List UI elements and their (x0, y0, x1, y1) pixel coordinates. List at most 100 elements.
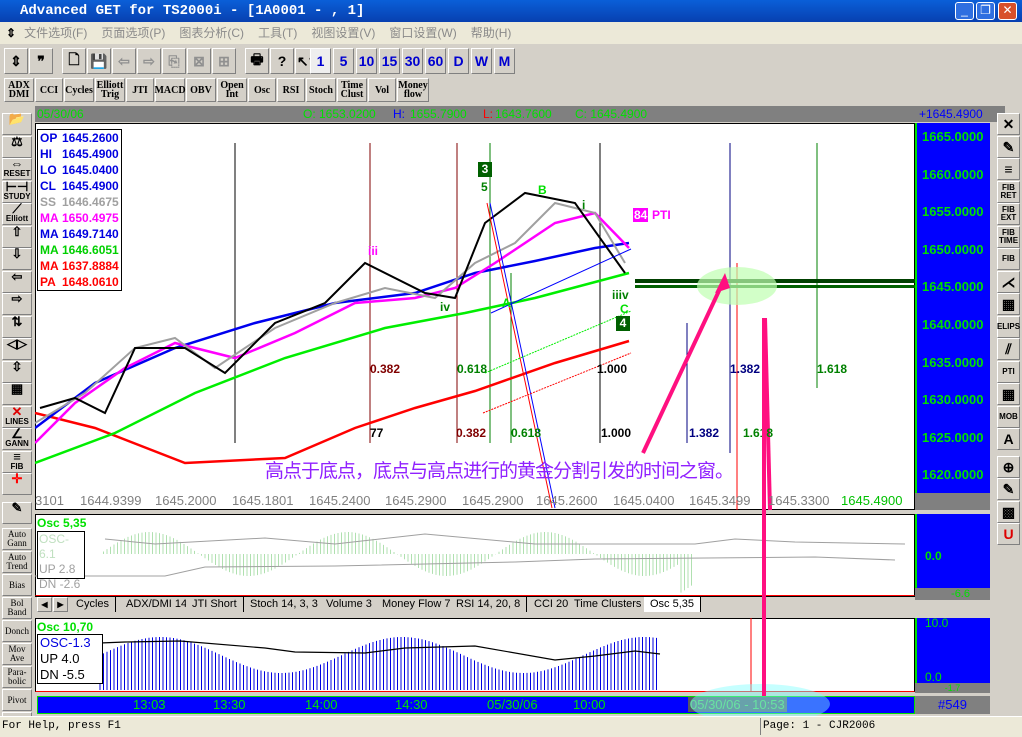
left-tool-open-folder[interactable]: 📂 (2, 112, 32, 135)
menu-item-0[interactable]: 文件选项(F) (24, 26, 87, 40)
tab-scroll-right-button[interactable]: ▶ (53, 597, 68, 612)
help-icon[interactable]: ? (270, 48, 294, 74)
forward-icon[interactable]: ⇨ (137, 48, 161, 74)
left-tool-arrow-up[interactable]: ⇧ (2, 225, 32, 248)
back-icon[interactable]: ⇦ (112, 48, 136, 74)
hand-cursor-icon[interactable]: ⇕ (4, 48, 28, 74)
right-tool-eraser[interactable]: ✎ (997, 478, 1020, 500)
left-tool-properties[interactable]: ✎ (2, 501, 32, 524)
timeframe-30[interactable]: 30 (402, 48, 423, 74)
right-tool-fib-ext[interactable]: FIB EXT (997, 203, 1020, 225)
timeframe-m[interactable]: M (494, 48, 515, 74)
close-button[interactable]: ✕ (998, 2, 1017, 20)
menu-item-5[interactable]: 窗口设置(W) (389, 26, 456, 40)
left-tool-fib[interactable]: ≡ FIB (2, 450, 32, 473)
right-tool-pattern[interactable]: ▩ (997, 500, 1020, 523)
right-tool-fib-time[interactable]: FIB TIME (997, 225, 1020, 248)
indicator-open-int[interactable]: Open Int (217, 78, 247, 102)
indicator-stoch[interactable]: Stoch (306, 78, 336, 102)
tab-time-clusters[interactable]: Time Clusters (568, 597, 649, 612)
tab-jti-short[interactable]: JTI Short (186, 597, 244, 612)
right-tool-fib-arc[interactable]: FIB (997, 248, 1020, 270)
copy-icon[interactable]: ⎘ (162, 48, 186, 74)
indicator-jti[interactable]: JTI (126, 78, 154, 102)
right-tool-parallel-lines[interactable]: ≡ (997, 158, 1020, 180)
timeframe-1[interactable]: 1 (310, 48, 331, 74)
right-tool-grid[interactable]: ▦ (997, 293, 1020, 315)
left-tool-scales[interactable]: ⚖ (2, 135, 32, 158)
menu-item-1[interactable]: 页面选项(P) (101, 26, 165, 40)
indicator-macd[interactable]: MACD (154, 78, 186, 102)
study-pivot[interactable]: Pivot (2, 689, 32, 711)
restore-button[interactable]: ❐ (976, 2, 995, 20)
tab-rsi-14-20-8[interactable]: RSI 14, 20, 8 (450, 597, 528, 612)
left-tool-gann[interactable]: ∠ GANN (2, 427, 32, 450)
left-tool-study[interactable]: ⊢⊣ STUDY (2, 180, 32, 203)
study-para-bolic[interactable]: Para-bolic (2, 666, 32, 688)
left-tool-crosshair[interactable]: ✛ (2, 472, 32, 495)
right-tool-mob[interactable]: MOB (997, 405, 1020, 428)
paste-icon[interactable]: ⊞ (212, 48, 236, 74)
indicator-vol[interactable]: Vol (368, 78, 396, 102)
print-icon[interactable]: 🖶 (245, 48, 269, 74)
right-tool-fan-lines[interactable]: ⋌ (997, 270, 1020, 293)
new-page-icon[interactable]: 🗋 (62, 48, 86, 74)
left-tool-arrow-left[interactable]: ⇦ (2, 270, 32, 293)
study-bol-band[interactable]: Bol Band (2, 597, 32, 619)
tab-money-flow-7[interactable]: Money Flow 7 (376, 597, 458, 612)
timeframe-60[interactable]: 60 (425, 48, 446, 74)
right-tool-channel[interactable]: ⫽ (997, 338, 1020, 360)
timeframe-d[interactable]: D (448, 48, 469, 74)
menu-item-6[interactable]: 帮助(H) (471, 26, 512, 40)
indicator-time-clust[interactable]: Time Clust (337, 78, 367, 102)
right-tool-pencil[interactable]: ✎ (997, 135, 1020, 158)
right-tool-table[interactable]: ▦ (997, 383, 1020, 405)
right-tool-magnet[interactable]: U (997, 523, 1020, 545)
left-tool-lines[interactable]: ✕ LINES (2, 405, 32, 428)
left-tool-grid[interactable]: ▦ (2, 382, 32, 405)
indicator-money-flow[interactable]: Money flow (397, 78, 429, 102)
indicator-adx-dmi[interactable]: ADX DMI (4, 78, 34, 102)
right-tool-ellipse[interactable]: ELIPS (997, 315, 1020, 338)
menu-item-4[interactable]: 视图设置(V) (311, 26, 375, 40)
right-tool-zoom[interactable]: ⊕ (997, 455, 1020, 478)
study-donch[interactable]: Donch (2, 620, 32, 642)
tab-volume-3[interactable]: Volume 3 (320, 597, 379, 612)
menu-item-3[interactable]: 工具(T) (258, 26, 297, 40)
indicator-cci[interactable]: CCI (35, 78, 63, 102)
left-tool-compress[interactable]: ⇅ (2, 315, 32, 338)
left-tool-reset[interactable]: ⇔ RESET (2, 157, 32, 180)
quote-icon[interactable]: ❞ (29, 48, 53, 74)
study-auto-trend[interactable]: Auto Trend (2, 551, 32, 573)
tab-stoch-14-3-3[interactable]: Stoch 14, 3, 3 (244, 597, 325, 612)
menu-item-2[interactable]: 图表分析(C) (179, 26, 244, 40)
left-tool-expand-vertical[interactable]: ⇳ (2, 360, 32, 383)
timeframe-5[interactable]: 5 (333, 48, 354, 74)
indicator-elliott-trig[interactable]: Elliott Trig (95, 78, 125, 102)
minimize-button[interactable]: _ (955, 2, 974, 20)
study-auto-gann[interactable]: Auto Gann (2, 528, 32, 550)
tab-scroll-left-button[interactable]: ◀ (37, 597, 52, 612)
timeframe-w[interactable]: W (471, 48, 492, 74)
tab-cycles[interactable]: Cycles (70, 597, 117, 612)
tab-adx-dmi-14[interactable]: ADX/DMI 14 (120, 597, 195, 612)
indicator-cycles[interactable]: Cycles (64, 78, 94, 102)
save-icon[interactable]: 💾 (87, 48, 111, 74)
left-tool-expand-horizontal[interactable]: ◁▷ (2, 337, 32, 360)
indicator-osc[interactable]: Osc (248, 78, 276, 102)
right-tool-pti[interactable]: PTI (997, 360, 1020, 383)
tab-osc-5-35[interactable]: Osc 5,35 (644, 597, 702, 612)
right-tool-text[interactable]: A (997, 428, 1020, 450)
left-tool-arrow-right[interactable]: ⇨ (2, 292, 32, 315)
right-tool-fib-ret[interactable]: FIB RET (997, 180, 1020, 203)
left-tool-arrow-down[interactable]: ⇩ (2, 247, 32, 270)
left-tool-elliott[interactable]: ⟋ Elliott (2, 202, 32, 225)
cut-icon[interactable]: ⊠ (187, 48, 211, 74)
timeframe-10[interactable]: 10 (356, 48, 377, 74)
indicator-rsi[interactable]: RSI (277, 78, 305, 102)
timeframe-15[interactable]: 15 (379, 48, 400, 74)
study-mov-ave[interactable]: Mov Ave (2, 643, 32, 665)
study-bias[interactable]: Bias (2, 574, 32, 596)
right-tool-close-drawing[interactable]: ✕ (997, 113, 1020, 135)
indicator-obv[interactable]: OBV (186, 78, 216, 102)
